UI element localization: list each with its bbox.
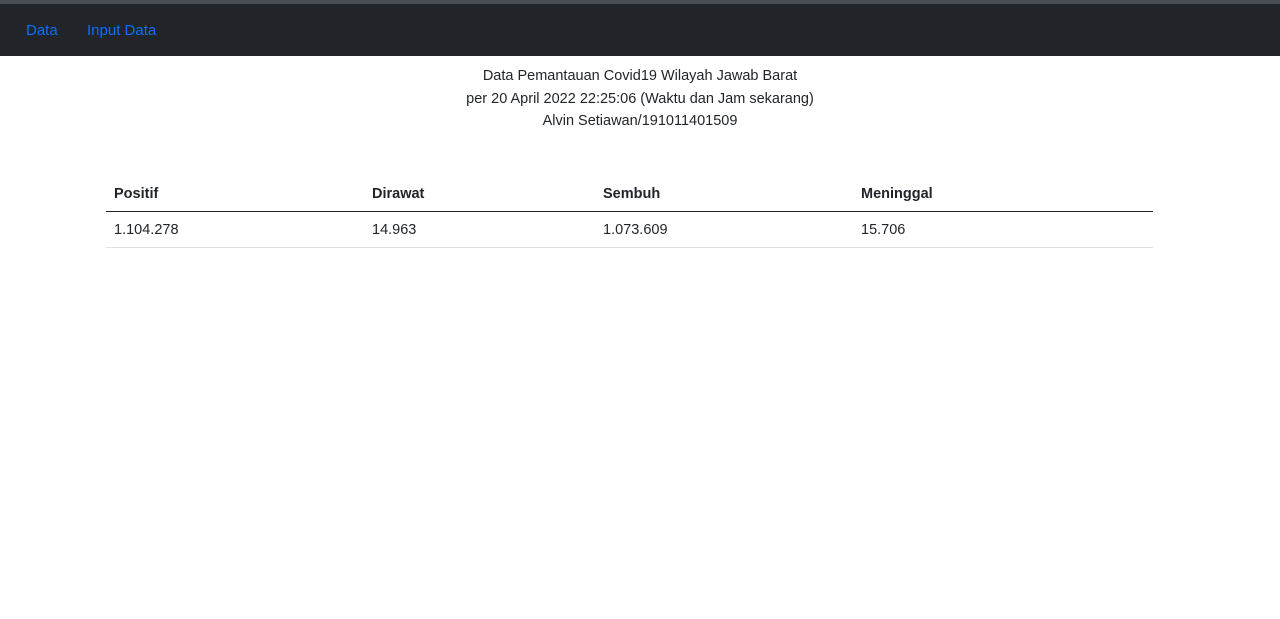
author-line: Alvin Setiawan/191011401509	[542, 113, 738, 129]
cell-dirawat: 14.963	[364, 211, 595, 248]
cell-positif: 1.104.278	[106, 211, 364, 248]
data-table-container: Positif Dirawat Sembuh Meninggal 1.104.2…	[106, 176, 1153, 248]
column-header-dirawat: Dirawat	[364, 176, 595, 212]
cell-meninggal: 15.706	[853, 211, 1153, 248]
column-header-positif: Positif	[106, 176, 364, 212]
cell-sembuh: 1.073.609	[595, 211, 853, 248]
table-row: 1.104.278 14.963 1.073.609 15.706	[106, 211, 1153, 248]
nav-link-data[interactable]: Data	[26, 22, 58, 39]
covid-data-table: Positif Dirawat Sembuh Meninggal 1.104.2…	[106, 176, 1153, 248]
navbar: Data Input Data	[0, 4, 1280, 56]
date-line: per 20 April 2022 22:25:06 (Waktu dan Ja…	[466, 90, 814, 107]
page-title: Data Pemantauan Covid19 Wilayah Jawab Ba…	[482, 68, 798, 84]
page-header: Data Pemantauan Covid19 Wilayah Jawab Ba…	[0, 65, 1280, 133]
column-header-meninggal: Meninggal	[853, 176, 1153, 212]
column-header-sembuh: Sembuh	[595, 176, 853, 212]
nav-link-input-data[interactable]: Input Data	[87, 22, 156, 39]
table-header-row: Positif Dirawat Sembuh Meninggal	[106, 176, 1153, 212]
